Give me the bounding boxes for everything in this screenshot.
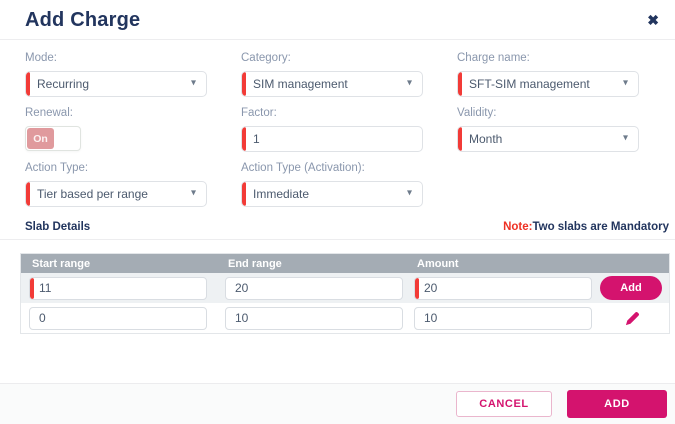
field-category: Category: SIM management ▾	[241, 52, 423, 97]
note-label: Note:	[503, 221, 533, 233]
field-factor: Factor:	[241, 107, 423, 152]
end-range-input-row2[interactable]	[226, 307, 402, 329]
amount-input[interactable]	[415, 277, 591, 299]
factor-label: Factor:	[241, 107, 277, 119]
start-range-input-wrap	[29, 276, 207, 300]
charge-name-select[interactable]: SFT-SIM management ▾	[457, 71, 639, 97]
action-type-activation-value: Immediate	[253, 187, 310, 201]
end-range-input[interactable]	[226, 277, 402, 299]
table-header-row: Start range End range Amount	[21, 254, 669, 273]
validity-label: Validity:	[457, 107, 497, 119]
start-range-input-wrap	[29, 306, 207, 330]
page-title: Add Charge	[25, 9, 141, 31]
mode-label: Mode:	[25, 52, 57, 64]
field-renewal: Renewal: On	[25, 107, 207, 152]
col-header-start-range: Start range	[32, 257, 91, 270]
field-validity: Validity: Month ▾	[457, 107, 639, 152]
close-icon[interactable]: ✖	[643, 11, 663, 29]
add-button[interactable]: ADD	[567, 390, 667, 418]
cancel-button[interactable]: CANCEL	[456, 391, 552, 417]
action-type-activation-label: Action Type (Activation):	[241, 162, 365, 174]
field-mode: Mode: Recurring ▾	[25, 52, 207, 97]
field-action-type-activation: Action Type (Activation): Immediate ▾	[241, 162, 423, 207]
chevron-down-icon: ▾	[406, 187, 412, 199]
amount-input-wrap	[414, 276, 592, 300]
mode-select[interactable]: Recurring ▾	[25, 71, 207, 97]
slab-table: Start range End range Amount 11 20 20 Ad…	[20, 253, 670, 334]
category-label: Category:	[241, 52, 291, 64]
action-type-value: Tier based per range	[37, 187, 148, 201]
action-type-activation-select[interactable]: Immediate ▾	[241, 181, 423, 207]
chevron-down-icon: ▾	[406, 77, 412, 89]
field-charge-name: Charge name: SFT-SIM management ▾	[457, 52, 639, 97]
action-type-label: Action Type:	[25, 162, 89, 174]
renewal-label: Renewal:	[25, 107, 73, 119]
modal-footer: CANCEL ADD	[0, 383, 675, 424]
factor-input[interactable]	[253, 127, 422, 151]
renewal-toggle-state: On	[27, 128, 54, 149]
slab-note: Note:Two slabs are Mandatory	[503, 221, 669, 233]
amount-input-wrap	[414, 306, 592, 330]
factor-input-wrap	[241, 126, 423, 152]
col-header-amount: Amount	[417, 257, 459, 270]
note-text: Two slabs are Mandatory	[532, 221, 669, 233]
renewal-toggle[interactable]: On	[25, 126, 81, 151]
charge-form: Mode: Recurring ▾ Category: SIM manageme…	[0, 40, 675, 207]
validity-value: Month	[469, 132, 503, 146]
table-row-new-slab: Add	[21, 273, 669, 303]
modal-header: Add Charge ✖	[0, 0, 675, 40]
category-value: SIM management	[253, 77, 348, 91]
add-charge-modal: Add Charge ✖ Mode: Recurring ▾ Category:…	[0, 0, 675, 424]
charge-name-label: Charge name:	[457, 52, 530, 64]
field-action-type: Action Type: Tier based per range ▾	[25, 162, 207, 207]
end-range-input-wrap	[225, 276, 403, 300]
action-type-select[interactable]: Tier based per range ▾	[25, 181, 207, 207]
chevron-down-icon: ▾	[190, 77, 196, 89]
start-range-input[interactable]	[30, 277, 206, 299]
chevron-down-icon: ▾	[622, 132, 628, 144]
slab-details-title: Slab Details	[25, 221, 91, 233]
end-range-input-wrap	[225, 306, 403, 330]
slab-details-header: Slab Details Note:Two slabs are Mandator…	[0, 207, 675, 240]
edit-pencil-icon[interactable]	[625, 311, 640, 326]
table-row-existing-slab	[21, 303, 669, 333]
category-select[interactable]: SIM management ▾	[241, 71, 423, 97]
chevron-down-icon: ▾	[190, 187, 196, 199]
charge-name-value: SFT-SIM management	[469, 77, 590, 91]
chevron-down-icon: ▾	[622, 77, 628, 89]
start-range-input-row2[interactable]	[30, 307, 206, 329]
validity-select[interactable]: Month ▾	[457, 126, 639, 152]
mode-value: Recurring	[37, 77, 90, 91]
add-slab-button[interactable]: Add	[600, 276, 662, 300]
amount-input-row2[interactable]	[415, 307, 591, 329]
col-header-end-range: End range	[228, 257, 282, 270]
